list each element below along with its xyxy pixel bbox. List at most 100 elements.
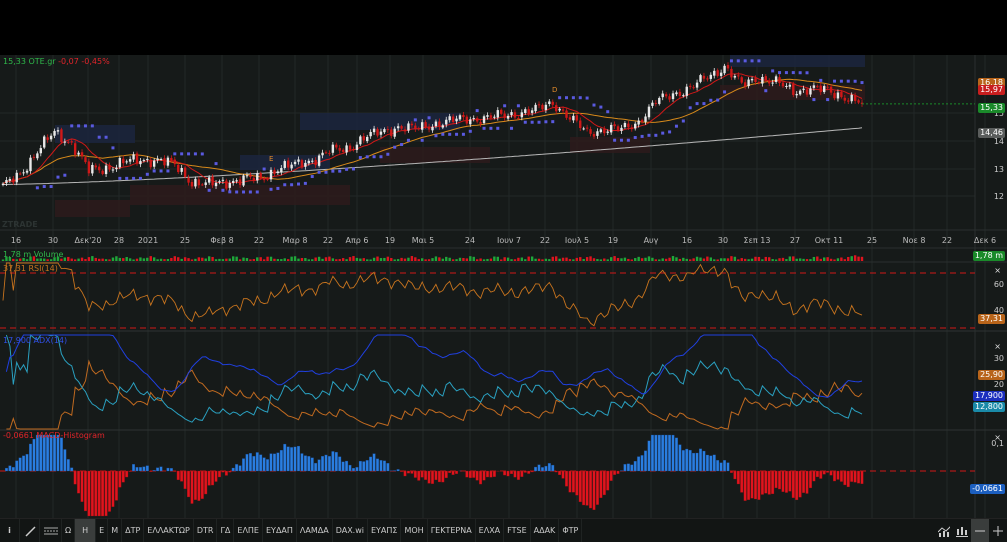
lines-icon[interactable] — [40, 519, 62, 542]
volume-bar — [239, 259, 241, 261]
toolbar-item[interactable]: ΕΛΧΑ — [476, 519, 504, 542]
candle-body — [435, 122, 437, 127]
toolbar-item[interactable]: ΦΤΡ — [559, 519, 582, 542]
candle-body — [112, 170, 114, 171]
volume-bar — [706, 257, 708, 261]
sar-dot — [125, 177, 128, 180]
candle-body — [490, 115, 492, 117]
event-marker-d[interactable]: D — [552, 86, 557, 94]
sar-dot — [496, 127, 499, 130]
candle-body — [558, 109, 560, 111]
toolbar-item[interactable]: ΓΔ — [217, 519, 234, 542]
volume-bar — [459, 258, 461, 261]
candle-body — [476, 118, 478, 121]
toolbar-item[interactable]: Η — [75, 519, 96, 542]
candle-body — [469, 119, 471, 124]
candle-body — [174, 160, 176, 165]
volume-bar — [854, 255, 856, 261]
toolbar-item[interactable]: ΓΕΚΤΕΡΝΑ — [428, 519, 476, 542]
candle-body — [139, 161, 141, 164]
macd-hist-bar — [651, 435, 654, 471]
candle-body — [208, 177, 210, 182]
zoom-in-icon[interactable] — [989, 519, 1007, 542]
macd-hist-bar — [661, 435, 664, 471]
macd-hist-bar — [39, 435, 42, 471]
macd-hist-bar — [490, 471, 493, 477]
sar-dot — [641, 135, 644, 138]
chart-area[interactable]: 15,33 OTE.gr -0,07 -0,45% ZTRADE E D 15 … — [0, 55, 1007, 518]
volume-bar — [160, 259, 162, 261]
sar-dot — [173, 152, 176, 155]
sar-dot — [682, 120, 685, 123]
volume-bar — [562, 258, 564, 261]
sar-dot — [331, 170, 334, 173]
adx-close-icon[interactable]: × — [994, 342, 1001, 351]
adx-badge-di-minus: 25,90 — [978, 370, 1005, 380]
macd-hist-bar — [53, 435, 56, 471]
toolbar-item[interactable]: ΕΥΔΑΠ — [263, 519, 297, 542]
sar-dot — [675, 125, 678, 128]
candle-body — [277, 171, 279, 173]
supply-demand-zone — [55, 200, 130, 217]
bar-chart-icon[interactable] — [953, 519, 971, 542]
sar-dot — [166, 169, 169, 172]
volume-bar — [335, 259, 337, 261]
volume-bar — [789, 256, 791, 261]
volume-bar — [352, 256, 354, 261]
toolbar-item[interactable]: DAX.wi — [333, 519, 368, 542]
volume-bar — [390, 258, 392, 261]
volume-bar — [2, 260, 4, 262]
macd-hist-bar — [665, 435, 668, 471]
toolbar-item[interactable]: ΕΛΠΕ — [234, 519, 263, 542]
volume-bar — [751, 259, 753, 261]
macd-hist-bar — [194, 471, 197, 500]
toolbar-item[interactable]: ΔΤΡ — [122, 519, 144, 542]
toolbar-item[interactable]: DTR — [194, 519, 218, 542]
volume-bar — [620, 258, 622, 261]
macd-hist-bar — [218, 471, 221, 477]
macd-hist-bar — [710, 456, 713, 471]
candle-body — [235, 180, 237, 181]
zoom-out-icon[interactable] — [971, 519, 989, 542]
candle-body — [287, 161, 289, 168]
macd-hist-bar — [737, 471, 740, 484]
volume-bar — [720, 258, 722, 261]
candle-body — [455, 119, 457, 122]
candle-body — [809, 88, 811, 94]
price-tick: 12 — [994, 192, 1004, 201]
volume-bar — [500, 259, 502, 261]
rsi-close-icon[interactable]: × — [994, 266, 1001, 275]
macd-hist-bar — [668, 435, 671, 471]
symbol[interactable]: OTE.gr — [28, 57, 55, 66]
line-chart-icon[interactable] — [935, 519, 953, 542]
toolbar-item[interactable]: Ω — [62, 519, 75, 542]
toolbar-item[interactable]: FTSE — [504, 519, 530, 542]
volume-bar — [373, 258, 375, 261]
candle-body — [792, 84, 794, 95]
toolbar-item[interactable]: ΑΔΑΚ — [531, 519, 560, 542]
info-icon[interactable]: i — [0, 519, 20, 542]
toolbar-item[interactable]: Ε — [96, 519, 108, 542]
toolbar-item[interactable]: ΕΥΑΠΣ — [368, 519, 401, 542]
volume-bar — [328, 257, 330, 261]
volume-bar — [634, 258, 636, 261]
macd-hist-bar — [510, 471, 513, 474]
macd-hist-bar — [751, 471, 754, 498]
sar-dot — [771, 69, 774, 72]
chart-canvas[interactable] — [0, 55, 1007, 518]
candle-body — [91, 165, 93, 173]
event-marker-e[interactable]: E — [269, 155, 273, 163]
toolbar-item[interactable]: Μ — [108, 519, 122, 542]
macd-hist-bar — [596, 471, 599, 505]
sar-dot — [586, 97, 589, 100]
pencil-icon[interactable] — [20, 519, 40, 542]
toolbar-item[interactable]: ΛΑΜΔΑ — [297, 519, 333, 542]
sar-dot — [840, 80, 843, 83]
sar-dot — [228, 190, 231, 193]
macd-hist-bar — [813, 471, 816, 481]
macd-hist-bar — [290, 447, 293, 471]
toolbar-item[interactable]: ΜΟΗ — [401, 519, 427, 542]
sar-dot — [70, 124, 73, 127]
macd-hist-bar — [57, 435, 60, 471]
toolbar-item[interactable]: ΕΛΛΑΚΤΩΡ — [144, 519, 194, 542]
